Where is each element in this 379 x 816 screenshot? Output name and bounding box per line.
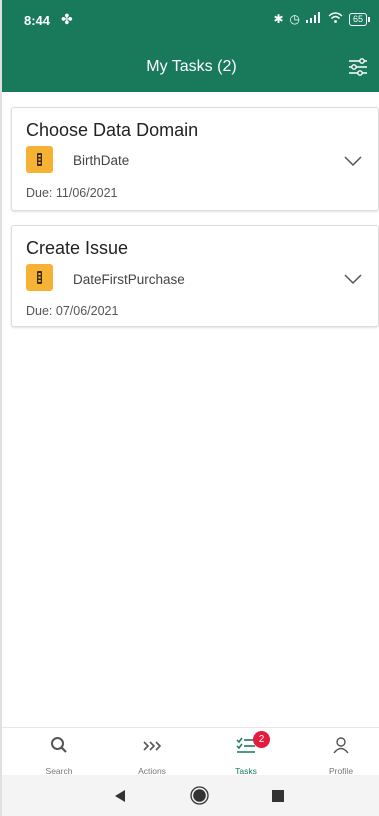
task-due-date: Due: 07/06/2021 bbox=[26, 304, 119, 318]
page-title: My Tasks (2) bbox=[146, 58, 237, 75]
task-subject: BirthDate bbox=[73, 153, 130, 168]
fan-icon: ✤ bbox=[61, 11, 73, 27]
nav-profile[interactable]: Profile bbox=[294, 728, 379, 776]
recents-icon[interactable] bbox=[272, 790, 284, 802]
task-title: Create Issue bbox=[26, 238, 129, 258]
system-navigation-bar bbox=[2, 775, 379, 816]
filter-settings-icon[interactable] bbox=[347, 56, 369, 78]
alarm-icon: ◷ bbox=[289, 12, 300, 26]
wifi-icon bbox=[328, 12, 343, 26]
profile-icon bbox=[333, 737, 349, 754]
signal-icon bbox=[305, 12, 322, 26]
status-icons: ✱ ◷ 65 bbox=[273, 12, 371, 26]
actions-icon bbox=[143, 741, 162, 751]
task-subject: DateFirstPurchase bbox=[73, 272, 185, 287]
task-card[interactable]: Choose Data Domain BirthDate Due: 11/06/… bbox=[11, 107, 379, 211]
nav-search[interactable]: Search bbox=[12, 728, 106, 776]
battery-icon: 65 bbox=[348, 12, 371, 26]
nav-tasks[interactable]: 2 Tasks bbox=[199, 728, 293, 776]
app-header: My Tasks (2) bbox=[2, 40, 379, 92]
bluetooth-icon: ✱ bbox=[273, 12, 284, 26]
home-icon[interactable] bbox=[190, 786, 209, 805]
status-bar: 8:44 ✤ ✱ ◷ 65 bbox=[2, 0, 379, 40]
asset-icon bbox=[26, 146, 53, 173]
phone-screen: 8:44 ✤ ✱ ◷ 65 My Tasks (2) Choose Data D… bbox=[0, 0, 379, 816]
search-icon bbox=[51, 737, 67, 753]
chevron-down-icon[interactable] bbox=[344, 273, 362, 285]
status-time: 8:44 bbox=[24, 13, 51, 28]
task-count-badge: 2 bbox=[253, 731, 270, 748]
nav-actions[interactable]: Actions bbox=[105, 728, 199, 776]
task-title: Choose Data Domain bbox=[26, 120, 199, 140]
bottom-navigation: Search Actions 2 Tasks Profile bbox=[2, 727, 379, 776]
back-icon[interactable] bbox=[114, 789, 126, 803]
asset-icon bbox=[26, 264, 53, 291]
task-due-date: Due: 11/06/2021 bbox=[26, 186, 118, 200]
task-card[interactable]: Create Issue DateFirstPurchase Due: 07/0… bbox=[11, 225, 379, 327]
chevron-down-icon[interactable] bbox=[344, 155, 362, 167]
